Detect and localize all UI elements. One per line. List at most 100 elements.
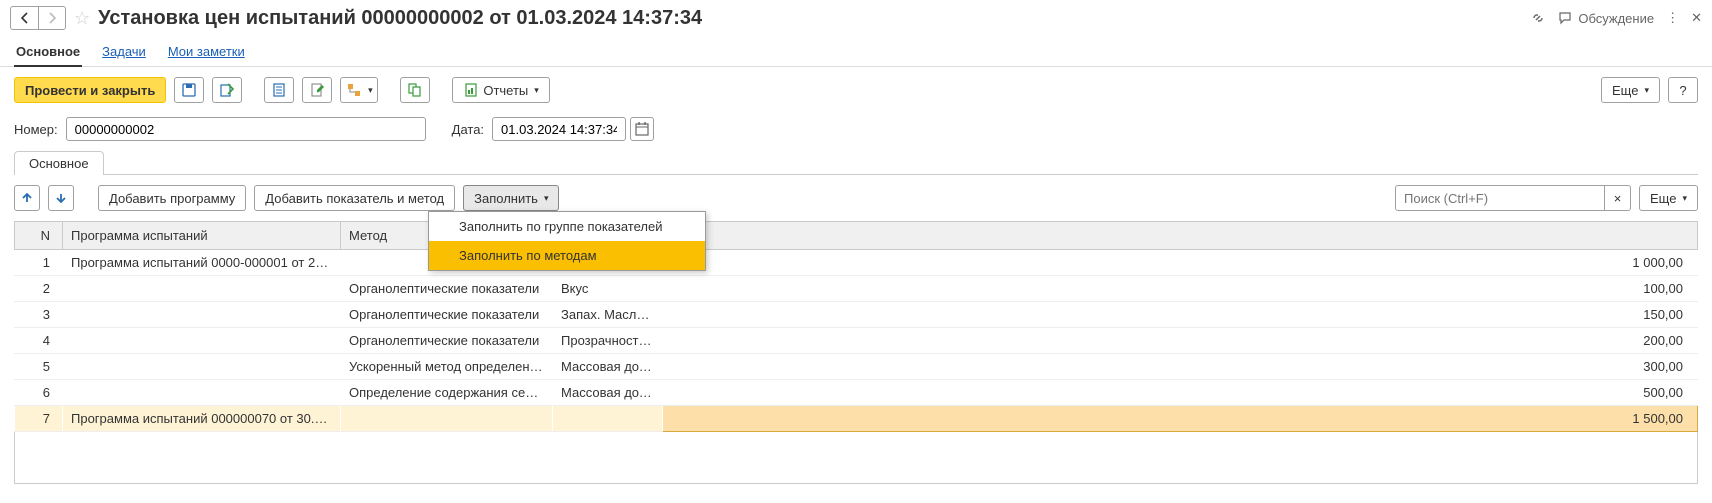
add-program-button[interactable]: Добавить программу: [98, 185, 246, 211]
cell-method[interactable]: [341, 406, 553, 432]
help-button[interactable]: ?: [1668, 77, 1698, 103]
cell-method[interactable]: Ускоренный метод определения серы: [341, 354, 553, 380]
cell-n[interactable]: 7: [15, 406, 63, 432]
data-table[interactable]: N Программа испытаний Метод а 1Программа…: [14, 221, 1698, 432]
table-row[interactable]: 5 Ускоренный метод определения серыМассов…: [15, 354, 1698, 380]
tab-notes[interactable]: Мои заметки: [166, 40, 247, 66]
chevron-down-icon: ▾: [1644, 85, 1649, 96]
edit-report-button[interactable]: [302, 77, 332, 103]
cell-program[interactable]: Программа испытаний 0000-000001 от 28.01…: [63, 250, 341, 276]
report-icon: [463, 82, 479, 98]
chevron-down-icon: ▾: [368, 85, 373, 96]
cell-n[interactable]: 3: [15, 302, 63, 328]
page-title: Установка цен испытаний 00000000002 от 0…: [98, 7, 1530, 30]
cell-price[interactable]: 1 500,00: [663, 406, 1698, 432]
tab-tasks[interactable]: Задачи: [100, 40, 148, 66]
cell-price[interactable]: 1 000,00: [663, 250, 1698, 276]
related-documents-button[interactable]: [400, 77, 430, 103]
add-program-label: Добавить программу: [109, 191, 235, 206]
save-icon: [181, 82, 197, 98]
cell-price[interactable]: 200,00: [663, 328, 1698, 354]
cell-indicator[interactable]: Вкус: [553, 276, 663, 302]
reports-label: Отчеты: [483, 83, 528, 98]
add-indicator-button[interactable]: Добавить показатель и метод: [254, 185, 455, 211]
cell-indicator[interactable]: [553, 406, 663, 432]
favorite-star-icon[interactable]: ☆: [74, 8, 90, 29]
table-row[interactable]: 1Программа испытаний 0000-000001 от 28.0…: [15, 250, 1698, 276]
close-icon[interactable]: ✕: [1691, 10, 1702, 26]
fill-by-group-item[interactable]: Заполнить по группе показателей: [429, 212, 705, 241]
hierarchy-icon: [346, 82, 362, 98]
table-row[interactable]: 4 Органолептические показателиПрозрачност…: [15, 328, 1698, 354]
cell-program[interactable]: [63, 354, 341, 380]
nav-back-button[interactable]: [10, 6, 38, 30]
chevron-down-icon: ▾: [544, 193, 549, 204]
chevron-down-icon: ▾: [1682, 193, 1687, 204]
col-n[interactable]: N: [15, 222, 63, 250]
table-row[interactable]: 2 Органолептические показателиВкус100,00: [15, 276, 1698, 302]
search-input[interactable]: [1395, 185, 1605, 211]
post-and-close-label: Провести и закрыть: [25, 83, 155, 98]
table-row[interactable]: 7Программа испытаний 000000070 от 30.11.…: [15, 406, 1698, 432]
search-clear-button[interactable]: ×: [1605, 185, 1631, 211]
date-input[interactable]: [492, 117, 626, 141]
cell-method[interactable]: Органолептические показатели: [341, 328, 553, 354]
cell-program[interactable]: [63, 276, 341, 302]
nav-forward-button[interactable]: [38, 6, 66, 30]
document-button[interactable]: [264, 77, 294, 103]
table-row[interactable]: 6 Определение содержания серы сж…Массовая…: [15, 380, 1698, 406]
cell-program[interactable]: [63, 302, 341, 328]
cell-n[interactable]: 2: [15, 276, 63, 302]
kebab-menu-icon[interactable]: ⋮: [1666, 10, 1679, 26]
move-down-button[interactable]: [48, 185, 74, 211]
cell-indicator[interactable]: Массовая дол…: [553, 354, 663, 380]
arrow-up-icon: [19, 190, 35, 206]
cell-n[interactable]: 5: [15, 354, 63, 380]
col-price[interactable]: [663, 222, 1698, 250]
grid-more-button[interactable]: Еще ▾: [1639, 185, 1698, 211]
arrow-right-icon: [44, 10, 60, 26]
link-icon[interactable]: [1530, 10, 1546, 26]
chat-icon: [1558, 10, 1574, 26]
number-input[interactable]: [66, 117, 426, 141]
reports-button[interactable]: Отчеты ▾: [452, 77, 549, 103]
cell-indicator[interactable]: Прозрачность …: [553, 328, 663, 354]
post-icon: [219, 82, 235, 98]
cell-price[interactable]: 300,00: [663, 354, 1698, 380]
cell-price[interactable]: 100,00: [663, 276, 1698, 302]
col-program[interactable]: Программа испытаний: [63, 222, 341, 250]
post-button[interactable]: [212, 77, 242, 103]
move-up-button[interactable]: [14, 185, 40, 211]
cell-program[interactable]: [63, 328, 341, 354]
structure-button[interactable]: ▾: [340, 77, 378, 103]
header-more-label: Еще: [1612, 83, 1638, 98]
cell-indicator[interactable]: Массовая дол…: [553, 380, 663, 406]
cell-method[interactable]: Органолептические показатели: [341, 302, 553, 328]
cell-indicator[interactable]: Запах. Масло …: [553, 302, 663, 328]
cell-program[interactable]: [63, 380, 341, 406]
cell-method[interactable]: Органолептические показатели: [341, 276, 553, 302]
fill-by-methods-item[interactable]: Заполнить по методам: [429, 241, 705, 270]
chevron-down-icon: ▾: [534, 85, 539, 96]
cell-price[interactable]: 500,00: [663, 380, 1698, 406]
date-picker-button[interactable]: [630, 117, 654, 141]
save-button[interactable]: [174, 77, 204, 103]
discuss-button[interactable]: Обсуждение: [1558, 10, 1654, 26]
post-and-close-button[interactable]: Провести и закрыть: [14, 77, 166, 103]
arrow-down-icon: [53, 190, 69, 206]
fill-button[interactable]: Заполнить ▾: [463, 185, 559, 211]
cell-n[interactable]: 1: [15, 250, 63, 276]
cell-n[interactable]: 4: [15, 328, 63, 354]
fill-label: Заполнить: [474, 191, 538, 206]
cell-program[interactable]: Программа испытаний 000000070 от 30.11.2…: [63, 406, 341, 432]
inner-tab-main[interactable]: Основное: [14, 151, 104, 175]
tab-main[interactable]: Основное: [14, 40, 82, 67]
table-row[interactable]: 3 Органолептические показателиЗапах. Масл…: [15, 302, 1698, 328]
document-icon: [271, 82, 287, 98]
number-label: Номер:: [14, 122, 58, 137]
header-more-button[interactable]: Еще ▾: [1601, 77, 1660, 103]
date-label: Дата:: [452, 122, 484, 137]
cell-method[interactable]: Определение содержания серы сж…: [341, 380, 553, 406]
cell-n[interactable]: 6: [15, 380, 63, 406]
cell-price[interactable]: 150,00: [663, 302, 1698, 328]
